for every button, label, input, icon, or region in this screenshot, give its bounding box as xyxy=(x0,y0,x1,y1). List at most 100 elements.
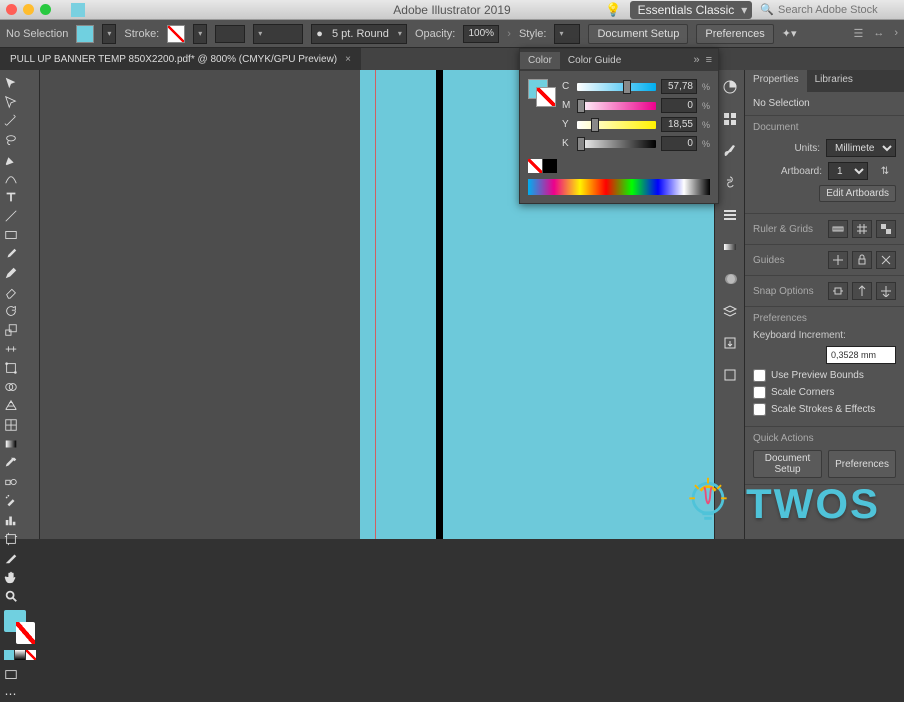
gradient-tool[interactable] xyxy=(2,435,19,452)
artboards-panel-icon[interactable] xyxy=(721,366,739,384)
cb-scale-strokes[interactable] xyxy=(753,403,766,416)
units-select[interactable]: Millimeters xyxy=(826,139,896,157)
pen-tool[interactable] xyxy=(2,150,19,167)
stroke-panel-icon[interactable] xyxy=(721,206,739,224)
none-swatch[interactable] xyxy=(528,159,542,173)
tab-color-guide[interactable]: Color Guide xyxy=(560,52,629,69)
color-panel-icon[interactable] xyxy=(721,78,739,96)
eraser-tool[interactable] xyxy=(2,283,19,300)
zoom-icon[interactable] xyxy=(40,4,51,15)
c-value[interactable]: 57,78 xyxy=(661,79,697,94)
type-tool[interactable] xyxy=(2,188,19,205)
artboard-nav-icon[interactable]: ⇅ xyxy=(874,166,896,177)
rectangle-tool[interactable] xyxy=(2,226,19,243)
m-slider[interactable] xyxy=(577,102,656,110)
zoom-tool[interactable] xyxy=(2,587,19,604)
stroke-swatch[interactable] xyxy=(167,25,185,43)
fill-dropdown[interactable]: ▾ xyxy=(102,24,116,44)
swatches-panel-icon[interactable] xyxy=(721,110,739,128)
symbols-panel-icon[interactable] xyxy=(721,174,739,192)
nav-right-icon[interactable]: › xyxy=(894,27,898,40)
path-object[interactable] xyxy=(436,70,443,539)
transparency-grid-icon[interactable] xyxy=(876,220,896,238)
spectrum-picker[interactable] xyxy=(528,179,710,195)
align-menu-icon[interactable]: ✦▾ xyxy=(782,27,797,40)
tab-properties[interactable]: Properties xyxy=(745,70,807,92)
perspective-grid-tool[interactable] xyxy=(2,397,19,414)
workspace-switcher[interactable]: Essentials Classic xyxy=(630,1,753,19)
color-panel[interactable]: Color Color Guide » ≡ C57,78% M0% Y18,55… xyxy=(519,48,719,204)
brush-dropdown[interactable]: ▾ xyxy=(253,24,303,44)
minimize-icon[interactable] xyxy=(23,4,34,15)
c-slider[interactable] xyxy=(577,83,656,91)
y-slider[interactable] xyxy=(577,121,656,129)
pencil-tool[interactable] xyxy=(2,264,19,281)
document-setup-button[interactable]: Document Setup xyxy=(588,24,688,44)
y-value[interactable]: 18,55 xyxy=(661,117,697,132)
ruler-toggle-icon[interactable] xyxy=(828,220,848,238)
k-slider[interactable] xyxy=(577,140,656,148)
blend-tool[interactable] xyxy=(2,473,19,490)
gradient-panel-icon[interactable] xyxy=(721,238,739,256)
cb-scale-corners[interactable] xyxy=(753,386,766,399)
k-value[interactable]: 0 xyxy=(661,136,697,151)
guides-lock-icon[interactable] xyxy=(852,251,872,269)
direct-selection-tool[interactable] xyxy=(2,93,19,110)
symbol-sprayer-tool[interactable] xyxy=(2,492,19,509)
close-icon[interactable] xyxy=(6,4,17,15)
scale-tool[interactable] xyxy=(2,321,19,338)
column-graph-tool[interactable] xyxy=(2,511,19,528)
brushes-panel-icon[interactable] xyxy=(721,142,739,160)
hand-tool[interactable] xyxy=(2,568,19,585)
line-tool[interactable] xyxy=(2,207,19,224)
home-icon[interactable] xyxy=(71,3,85,17)
preferences-button[interactable]: Preferences xyxy=(696,24,773,44)
curvature-tool[interactable] xyxy=(2,169,19,186)
close-tab-icon[interactable]: × xyxy=(345,54,351,65)
eyedropper-tool[interactable] xyxy=(2,454,19,471)
edit-artboards-button[interactable]: Edit Artboards xyxy=(819,185,896,202)
stroke-dropdown[interactable]: ▾ xyxy=(193,24,207,44)
snap-to-grid-icon[interactable] xyxy=(876,282,896,300)
tab-libraries[interactable]: Libraries xyxy=(807,70,861,92)
arrange-icon[interactable]: ☰ xyxy=(853,27,863,40)
panel-collapse-icon[interactable]: » xyxy=(693,54,699,66)
transparency-panel-icon[interactable] xyxy=(721,270,739,288)
layers-panel-icon[interactable] xyxy=(721,302,739,320)
search-input[interactable] xyxy=(778,4,898,16)
snap-to-pixel-icon[interactable] xyxy=(828,282,848,300)
grid-toggle-icon[interactable] xyxy=(852,220,872,238)
tab-color[interactable]: Color xyxy=(520,52,560,69)
width-tool[interactable] xyxy=(2,340,19,357)
document-tab[interactable]: PULL UP BANNER TEMP 850X2200.pdf* @ 800%… xyxy=(0,48,361,70)
color-mode-toggle[interactable] xyxy=(4,650,36,660)
stroke-weight-input[interactable] xyxy=(215,25,245,43)
free-transform-tool[interactable] xyxy=(2,359,19,376)
m-value[interactable]: 0 xyxy=(661,98,697,113)
profile-dropdown[interactable]: ● 5 pt. Round ▾ xyxy=(311,24,407,44)
color-panel-fillstroke[interactable] xyxy=(528,79,556,107)
black-swatch[interactable] xyxy=(543,159,557,173)
fill-swatch[interactable] xyxy=(76,25,94,43)
stock-search[interactable]: 🔍 xyxy=(760,3,898,16)
artboard-select[interactable]: 1 xyxy=(828,162,868,180)
asset-export-panel-icon[interactable] xyxy=(721,334,739,352)
stroke-color-large[interactable] xyxy=(16,622,35,644)
help-bulb-icon[interactable]: 💡 xyxy=(605,2,621,18)
color-panel-stroke-swatch[interactable] xyxy=(536,87,556,107)
style-dropdown[interactable]: ▾ xyxy=(554,24,580,44)
expand-style-icon[interactable]: › xyxy=(507,28,511,40)
guides-visibility-icon[interactable] xyxy=(828,251,848,269)
keyinc-input[interactable] xyxy=(826,346,896,364)
panel-menu-icon[interactable]: ≡ xyxy=(706,54,712,66)
snap-to-point-icon[interactable] xyxy=(852,282,872,300)
selection-tool[interactable] xyxy=(2,74,19,91)
paintbrush-tool[interactable] xyxy=(2,245,19,262)
slice-tool[interactable] xyxy=(2,549,19,566)
smart-guides-icon[interactable] xyxy=(876,251,896,269)
cb-preview-bounds[interactable] xyxy=(753,369,766,382)
shape-builder-tool[interactable] xyxy=(2,378,19,395)
edit-toolbar-icon[interactable]: ⋯ xyxy=(2,685,19,702)
screen-mode-icon[interactable] xyxy=(2,666,19,683)
rotate-tool[interactable] xyxy=(2,302,19,319)
